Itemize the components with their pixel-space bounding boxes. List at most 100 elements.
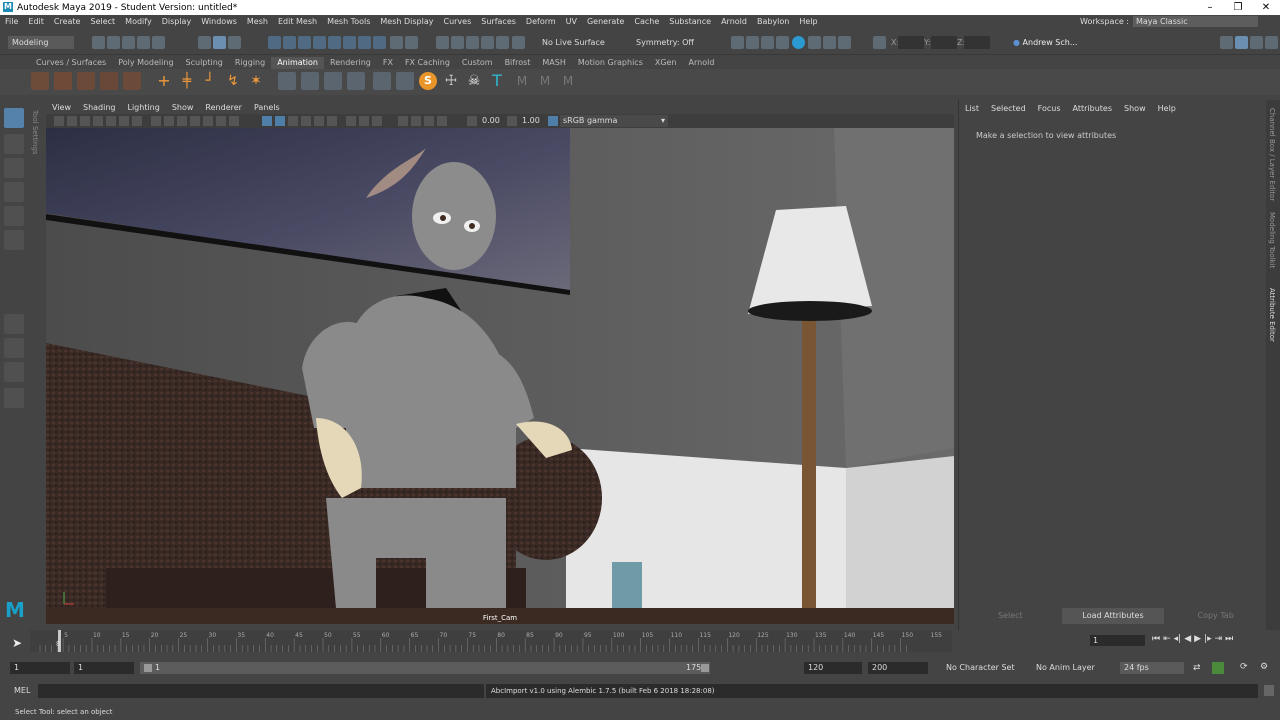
step-forward-key-icon[interactable]: ⇥: [1215, 634, 1223, 644]
key-rotate-icon[interactable]: [77, 72, 95, 90]
save-scene-icon[interactable]: [122, 36, 135, 49]
modeling-toolkit-tab[interactable]: Modeling Toolkit: [1268, 212, 1276, 268]
lasso-tool-icon[interactable]: [4, 134, 24, 154]
isolate-select-icon[interactable]: [398, 116, 408, 126]
bend-icon[interactable]: [324, 72, 342, 90]
anim-prefs-icon[interactable]: ⟳: [1240, 662, 1252, 674]
shelf-tab-fx-caching[interactable]: FX Caching: [399, 57, 456, 69]
shelf-tab-animation[interactable]: Animation: [271, 57, 324, 69]
viewport-menu-lighting[interactable]: Lighting: [121, 102, 165, 114]
current-frame-field[interactable]: 1: [1090, 635, 1145, 646]
menu-babylon[interactable]: Babylon: [752, 17, 794, 26]
xray-components-icon[interactable]: [437, 116, 447, 126]
menu-edit[interactable]: Edit: [23, 17, 49, 26]
input-ops-icon[interactable]: [405, 36, 418, 49]
ae-select-button[interactable]: Select: [959, 608, 1062, 624]
exposure-field[interactable]: 0.00: [482, 116, 500, 125]
menu-file[interactable]: File: [0, 17, 23, 26]
snap-projected-icon[interactable]: [313, 36, 326, 49]
snap-magnet-live-icon[interactable]: [512, 36, 525, 49]
wireframe-icon[interactable]: [229, 116, 239, 126]
toggle-modeling-toolkit-icon[interactable]: [1220, 36, 1233, 49]
shelf-tab-custom[interactable]: Custom: [456, 57, 499, 69]
ae-menu-attributes[interactable]: Attributes: [1067, 104, 1119, 113]
shelf-tab-rigging[interactable]: Rigging: [229, 57, 271, 69]
image-plane-icon[interactable]: [93, 116, 103, 126]
menu-help[interactable]: Help: [794, 17, 822, 26]
depth-of-field-icon[interactable]: [372, 116, 382, 126]
breakdown-key-icon[interactable]: [123, 72, 141, 90]
substance-icon[interactable]: S: [419, 72, 437, 90]
scene-start-field[interactable]: 1: [10, 662, 70, 674]
arnold-ipr-icon[interactable]: [823, 36, 836, 49]
joint-tool-icon[interactable]: +: [155, 72, 173, 90]
sculpt-deformer-icon[interactable]: [396, 72, 414, 90]
anim-layer-dropdown[interactable]: No Anim Layer: [1032, 662, 1114, 674]
viewport-menu-panels[interactable]: Panels: [248, 102, 286, 114]
shelf-tab-arnold[interactable]: Arnold: [683, 57, 721, 69]
cluster-icon[interactable]: [278, 72, 296, 90]
bind-skin-icon[interactable]: ↯: [224, 72, 242, 90]
render-frame-icon[interactable]: [746, 36, 759, 49]
toggle-channel-box-icon[interactable]: [1265, 36, 1278, 49]
menu-mesh-tools[interactable]: Mesh Tools: [322, 17, 375, 26]
snap-together-icon[interactable]: [358, 36, 371, 49]
arnold-render-icon[interactable]: [808, 36, 821, 49]
menu-create[interactable]: Create: [49, 17, 86, 26]
play-forward-icon[interactable]: ▶: [1194, 634, 1201, 644]
paint-select-tool-icon[interactable]: [4, 158, 24, 178]
close-icon[interactable]: ✕: [1252, 0, 1280, 15]
scene-end-field[interactable]: 200: [868, 662, 928, 674]
skull-icon[interactable]: ☠: [465, 72, 483, 90]
snap-curve-icon[interactable]: [283, 36, 296, 49]
ik-spline-icon[interactable]: ┘: [201, 72, 219, 90]
playback-end-field[interactable]: 120: [804, 662, 862, 674]
mash-icon[interactable]: M: [513, 72, 531, 90]
motion-blur-icon[interactable]: [346, 116, 356, 126]
field-chart-icon[interactable]: [190, 116, 200, 126]
snap-magnet-plane-icon[interactable]: [481, 36, 494, 49]
menu-curves[interactable]: Curves: [438, 17, 476, 26]
select-component-icon[interactable]: [228, 36, 241, 49]
history-icon[interactable]: [373, 36, 386, 49]
viewport-menu-view[interactable]: View: [46, 102, 77, 114]
transform-mode-icon[interactable]: [873, 36, 886, 49]
range-end-handle[interactable]: [701, 664, 709, 672]
menu-mesh[interactable]: Mesh: [242, 17, 273, 26]
film-gate-icon[interactable]: [151, 116, 161, 126]
shadows-icon[interactable]: [314, 116, 324, 126]
ae-menu-help[interactable]: Help: [1152, 104, 1182, 113]
attribute-editor-tab[interactable]: Attribute Editor: [1268, 288, 1276, 342]
key-scale-icon[interactable]: [100, 72, 118, 90]
mash-network-icon[interactable]: M: [536, 72, 554, 90]
select-tool-icon[interactable]: [4, 108, 24, 128]
human-ik-icon[interactable]: ☩: [442, 72, 460, 90]
command-input[interactable]: [38, 684, 484, 698]
make-live-icon[interactable]: [343, 36, 356, 49]
redo-icon[interactable]: [152, 36, 165, 49]
script-language-toggle[interactable]: MEL: [14, 686, 30, 695]
perspective-viewport[interactable]: First_Cam: [46, 128, 954, 624]
script-editor-icon[interactable]: [1264, 685, 1274, 696]
select-object-icon[interactable]: [213, 36, 226, 49]
shelf-tab-mash[interactable]: MASH: [536, 57, 571, 69]
select-camera-icon[interactable]: [54, 116, 64, 126]
shelf-tab-rendering[interactable]: Rendering: [324, 57, 377, 69]
viewport-menu-renderer[interactable]: Renderer: [199, 102, 248, 114]
shelf-tab-motion-graphics[interactable]: Motion Graphics: [572, 57, 649, 69]
menu-substance[interactable]: Substance: [664, 17, 716, 26]
user-account-dropdown[interactable]: ● Andrew Sch...: [1009, 36, 1085, 49]
default-material-icon[interactable]: [275, 116, 285, 126]
rotate-tool-icon[interactable]: [4, 206, 24, 226]
shelf-tab-poly-modeling[interactable]: Poly Modeling: [112, 57, 179, 69]
step-forward-frame-icon[interactable]: |▸: [1204, 634, 1212, 644]
magnet-icon[interactable]: [436, 36, 449, 49]
move-tool-icon[interactable]: [4, 182, 24, 202]
menu-mesh-display[interactable]: Mesh Display: [375, 17, 438, 26]
hypershade-icon[interactable]: [792, 36, 805, 49]
smooth-shade-icon[interactable]: [262, 116, 272, 126]
step-back-frame-icon[interactable]: ◂|: [1174, 634, 1182, 644]
t-pose-icon[interactable]: T: [488, 72, 506, 90]
ipr-render-icon[interactable]: [761, 36, 774, 49]
shelf-tab-fx[interactable]: FX: [377, 57, 399, 69]
